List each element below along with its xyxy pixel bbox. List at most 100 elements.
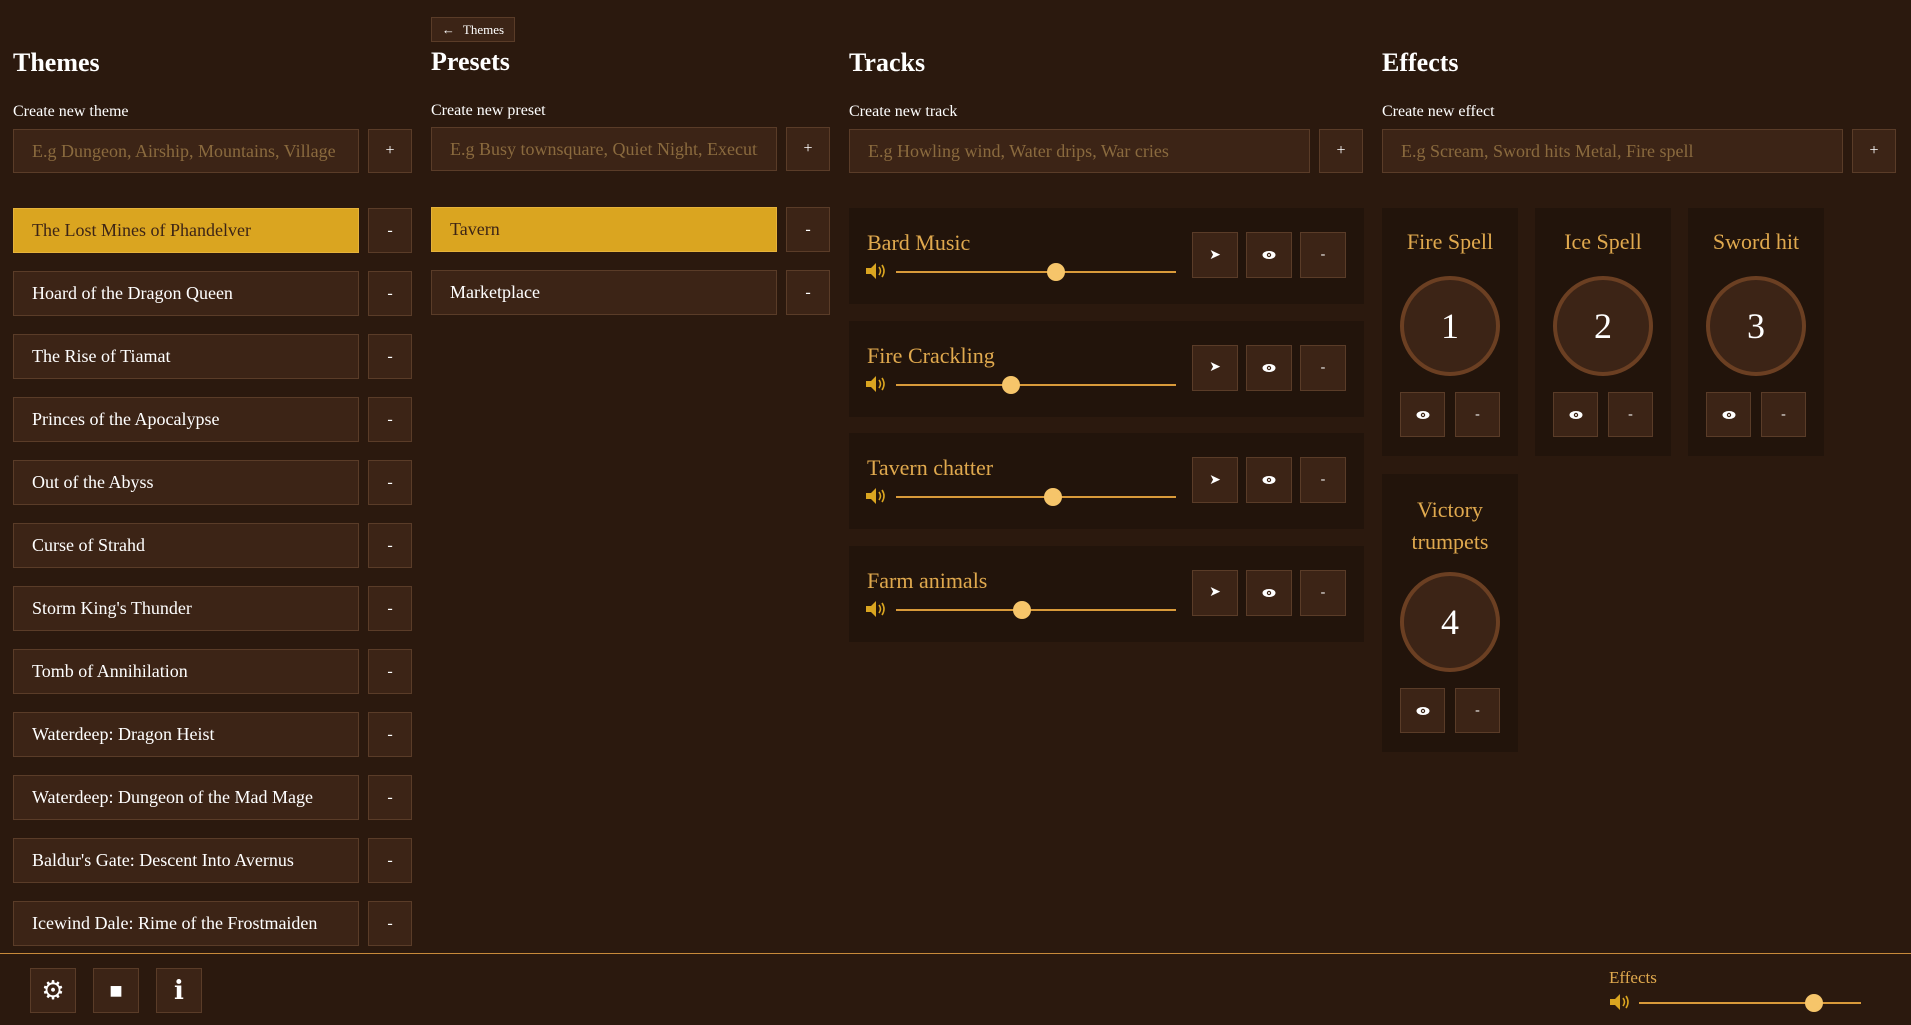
info-icon: i — [174, 975, 184, 1006]
remove-theme-button[interactable]: - — [368, 271, 412, 316]
remove-effect-button[interactable]: - — [1455, 688, 1500, 733]
settings-button[interactable]: ⚙ — [30, 968, 76, 1013]
speaker-icon[interactable] — [865, 375, 887, 393]
effect-trigger-button[interactable]: 1 — [1400, 276, 1500, 376]
view-effect-button[interactable] — [1553, 392, 1598, 437]
track-volume-slider[interactable] — [896, 383, 1176, 386]
track-volume-slider[interactable] — [896, 608, 1176, 611]
remove-theme-button[interactable]: - — [368, 208, 412, 253]
track-volume-thumb[interactable] — [1001, 375, 1020, 394]
play-track-button[interactable]: ➤ — [1192, 569, 1238, 616]
track-row: Bard Music ➤ - — [849, 208, 1364, 304]
theme-item[interactable]: The Rise of Tiamat — [13, 334, 359, 379]
play-icon: ➤ — [1209, 247, 1221, 263]
view-track-button[interactable] — [1246, 569, 1292, 616]
preset-item[interactable]: Tavern — [431, 207, 777, 252]
remove-track-button[interactable]: - — [1300, 569, 1346, 616]
track-volume-thumb[interactable] — [1046, 263, 1065, 281]
preset-item[interactable]: Marketplace — [431, 270, 777, 315]
create-effect-input[interactable] — [1382, 129, 1843, 173]
remove-theme-button[interactable]: - — [368, 901, 412, 946]
info-button[interactable]: i — [156, 968, 202, 1013]
view-track-button[interactable] — [1246, 344, 1292, 391]
theme-item-label: Hoard of the Dragon Queen — [32, 283, 233, 303]
remove-effect-button[interactable]: - — [1455, 392, 1500, 437]
eye-icon — [1722, 410, 1736, 420]
remove-track-button[interactable]: - — [1300, 457, 1346, 503]
theme-item[interactable]: Curse of Strahd — [13, 523, 359, 568]
effect-name: Fire Spell — [1406, 229, 1494, 254]
create-theme-input[interactable] — [13, 129, 359, 173]
create-track-input[interactable] — [849, 129, 1310, 173]
effects-volume-thumb[interactable] — [1805, 994, 1824, 1012]
add-theme-button[interactable]: + — [368, 129, 412, 173]
eye-icon — [1416, 706, 1430, 716]
remove-theme-button[interactable]: - — [368, 586, 412, 631]
create-preset-input[interactable] — [431, 127, 777, 171]
track-volume-thumb[interactable] — [1013, 600, 1031, 619]
remove-track-button[interactable]: - — [1300, 344, 1346, 391]
remove-track-button[interactable]: - — [1300, 232, 1346, 278]
remove-theme-button[interactable]: - — [368, 649, 412, 694]
theme-item-label: Tomb of Annihilation — [32, 661, 188, 681]
remove-theme-button[interactable]: - — [368, 775, 412, 820]
eye-icon — [1262, 363, 1276, 373]
theme-item[interactable]: Baldur's Gate: Descent Into Avernus — [13, 838, 359, 883]
presets-title: Presets — [431, 47, 510, 76]
track-volume-slider[interactable] — [896, 496, 1176, 498]
add-preset-button[interactable]: + — [786, 127, 830, 171]
tracks-title: Tracks — [849, 48, 926, 77]
theme-item[interactable]: Icewind Dale: Rime of the Frostmaiden — [13, 901, 359, 946]
effect-trigger-button[interactable]: 4 — [1400, 572, 1500, 672]
theme-item[interactable]: Hoard of the Dragon Queen — [13, 271, 359, 316]
play-track-button[interactable]: ➤ — [1192, 232, 1238, 278]
theme-item[interactable]: Tomb of Annihilation — [13, 649, 359, 694]
effect-trigger-button[interactable]: 3 — [1706, 276, 1806, 376]
theme-item[interactable]: Waterdeep: Dungeon of the Mad Mage — [13, 775, 359, 820]
track-row: Farm animals ➤ - — [849, 545, 1364, 642]
view-effect-button[interactable] — [1400, 392, 1445, 437]
preset-item-label: Marketplace — [450, 282, 540, 302]
view-effect-button[interactable] — [1400, 688, 1445, 733]
view-effect-button[interactable] — [1706, 392, 1751, 437]
remove-effect-button[interactable]: - — [1608, 392, 1653, 437]
view-track-button[interactable] — [1246, 457, 1292, 503]
remove-effect-button[interactable]: - — [1761, 392, 1806, 437]
stop-icon: ■ — [109, 977, 123, 1003]
track-name: Fire Crackling — [867, 342, 995, 368]
add-effect-button[interactable]: + — [1852, 129, 1896, 173]
play-track-button[interactable]: ➤ — [1192, 457, 1238, 503]
remove-theme-button[interactable]: - — [368, 712, 412, 757]
track-row: Tavern chatter ➤ - — [849, 433, 1364, 529]
remove-preset-button[interactable]: - — [786, 270, 830, 315]
add-track-button[interactable]: + — [1319, 129, 1363, 173]
create-track-label: Create new track — [849, 103, 958, 120]
remove-theme-button[interactable]: - — [368, 838, 412, 883]
remove-theme-button[interactable]: - — [368, 334, 412, 379]
view-track-button[interactable] — [1246, 232, 1292, 278]
track-name: Farm animals — [867, 567, 988, 593]
track-volume-slider[interactable] — [896, 271, 1176, 273]
effects-title: Effects — [1382, 48, 1459, 77]
speaker-icon[interactable] — [865, 262, 887, 280]
effect-key: 4 — [1441, 602, 1459, 642]
effects-volume-track[interactable] — [1639, 1002, 1861, 1004]
theme-item[interactable]: Waterdeep: Dragon Heist — [13, 712, 359, 757]
speaker-icon[interactable] — [865, 600, 887, 618]
play-track-button[interactable]: ➤ — [1192, 344, 1238, 391]
theme-item[interactable]: The Lost Mines of Phandelver — [13, 208, 359, 253]
effect-trigger-button[interactable]: 2 — [1553, 276, 1653, 376]
arrow-left-icon: ← — [441, 21, 455, 37]
theme-item[interactable]: Princes of the Apocalypse — [13, 397, 359, 442]
eye-icon — [1416, 410, 1430, 420]
track-volume-thumb[interactable] — [1043, 488, 1062, 506]
speaker-icon[interactable] — [865, 487, 887, 505]
theme-item[interactable]: Out of the Abyss — [13, 460, 359, 505]
stop-all-button[interactable]: ■ — [93, 968, 139, 1013]
back-to-themes-button[interactable]: ← Themes — [431, 17, 515, 42]
remove-theme-button[interactable]: - — [368, 523, 412, 568]
theme-item[interactable]: Storm King's Thunder — [13, 586, 359, 631]
remove-theme-button[interactable]: - — [368, 460, 412, 505]
remove-theme-button[interactable]: - — [368, 397, 412, 442]
remove-preset-button[interactable]: - — [786, 207, 830, 252]
